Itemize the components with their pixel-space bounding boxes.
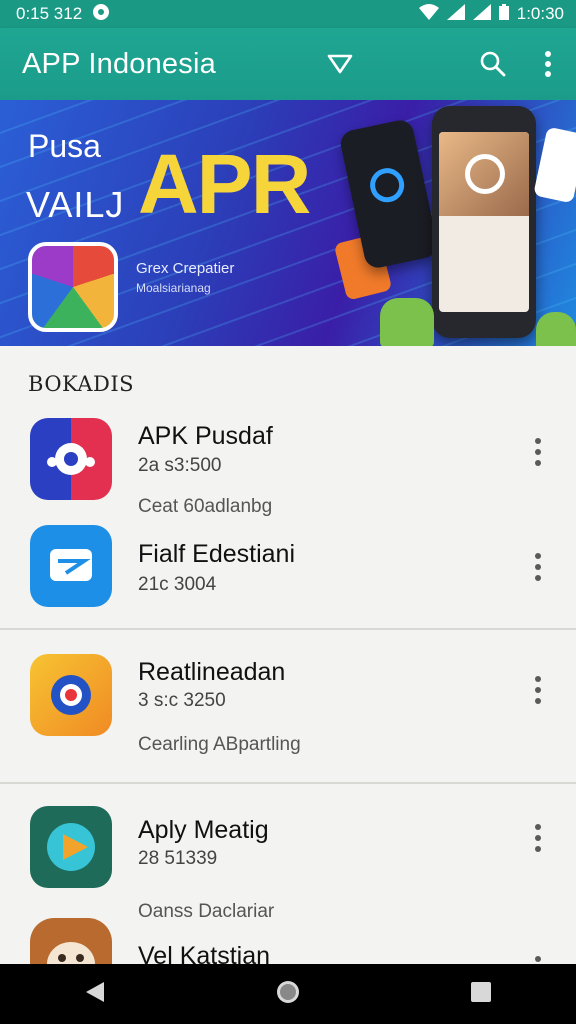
banner-subtitle: Grex Crepatier	[136, 260, 235, 277]
android-mascot	[380, 298, 434, 346]
app-meta: 28 51339	[138, 848, 218, 869]
app-meta: 2a s3:500	[138, 455, 222, 476]
app-meta: 21c 3004	[138, 574, 217, 595]
status-time: 0:15 312	[16, 4, 83, 23]
promo-banner[interactable]: Pusa VAILJ APR Grex Crepatier Moalsiaria…	[0, 100, 576, 346]
app-icon	[30, 654, 112, 736]
section-title: BOKADIS	[28, 372, 135, 396]
recents-icon[interactable]	[470, 981, 492, 1008]
battery-icon	[498, 3, 509, 25]
filter-icon[interactable]	[326, 50, 354, 78]
search-icon[interactable]	[478, 49, 508, 79]
app-description: Cearling ABpartling	[138, 734, 301, 755]
app-icon	[30, 525, 112, 607]
list-divider	[0, 628, 576, 630]
nav-bar	[0, 964, 576, 1024]
app-actions	[478, 28, 558, 100]
app-list-item[interactable]: Reatlineadan 3 s:c 3250 Cearling ABpartl…	[0, 640, 576, 776]
more-vert-icon[interactable]	[532, 824, 544, 852]
signal-icon-2	[472, 3, 491, 25]
app-name: Aply Meatig	[138, 816, 269, 844]
app-icon	[30, 418, 112, 500]
app-list-item[interactable]: Aply Meatig 28 51339 Oanss Daclariar	[0, 800, 576, 930]
android-mascot-2	[536, 312, 576, 346]
signal-icon	[446, 3, 465, 25]
banner-line1: Pusa	[28, 128, 101, 164]
more-vert-icon[interactable]	[532, 676, 544, 704]
more-vert-icon[interactable]	[544, 50, 552, 78]
more-vert-icon[interactable]	[532, 438, 544, 466]
more-vert-icon[interactable]	[532, 553, 544, 581]
banner-caption: Moalsiarianag	[136, 281, 211, 295]
status-bar: 0:15 312 1:0:30	[0, 0, 576, 28]
back-icon[interactable]	[84, 980, 106, 1009]
app-list-item[interactable]: Vel Katstian	[0, 912, 576, 964]
app-name: Reatlineadan	[138, 658, 286, 686]
app-name: Fialf Edestiani	[138, 540, 296, 568]
app-name: Vel Katstian	[138, 942, 271, 964]
app-name: APK Pusdaf	[138, 422, 273, 450]
app-icon	[30, 806, 112, 888]
app-icon	[30, 918, 112, 964]
more-vert-icon[interactable]	[532, 956, 544, 964]
notification-icon	[92, 3, 110, 26]
banner-headline: APR	[138, 137, 311, 231]
home-icon[interactable]	[275, 979, 301, 1010]
app-title: APP Indonesia	[22, 47, 216, 80]
app-list-item[interactable]: APK Pusdaf 2a s3:500 Ceat 60adlanbg	[0, 410, 576, 520]
list-divider	[0, 782, 576, 784]
banner-app-logo	[28, 242, 118, 332]
app-description: Ceat 60adlanbg	[138, 496, 273, 517]
banner-line2: VAILJ	[26, 184, 125, 225]
banner-phone	[432, 106, 536, 338]
app-meta: 3 s:c 3250	[138, 690, 226, 711]
app-list-item[interactable]: Fialf Edestiani 21c 3004	[0, 520, 576, 620]
app-bar: APP Indonesia	[0, 28, 576, 100]
status-right: 1:0:30	[418, 3, 564, 25]
status-left: 0:15 312	[16, 3, 110, 26]
status-clock: 1:0:30	[516, 4, 564, 23]
wifi-icon	[418, 3, 439, 25]
